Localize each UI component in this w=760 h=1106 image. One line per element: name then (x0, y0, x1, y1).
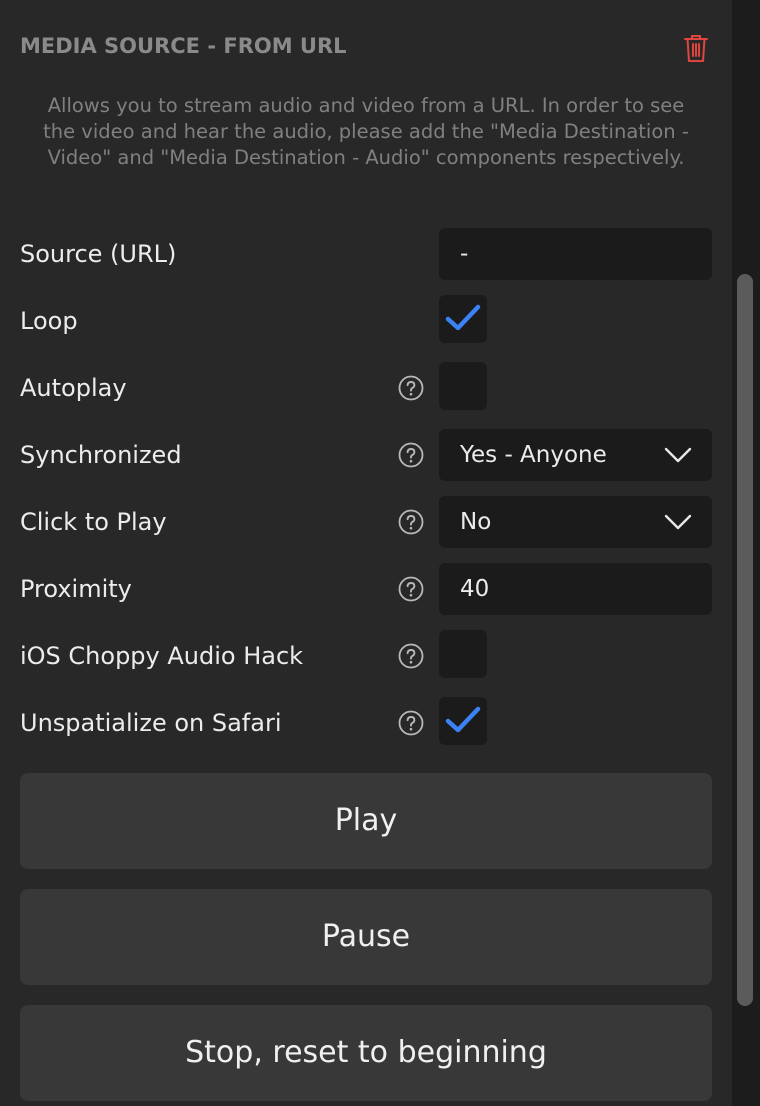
unspatialize-on-safari-label: Unspatialize on Safari (20, 709, 282, 737)
unspatialize-on-safari-checkbox[interactable] (439, 697, 487, 745)
help-icon[interactable] (398, 509, 424, 535)
click-to-play-select[interactable]: No (439, 496, 712, 548)
scrollbar-thumb[interactable] (737, 274, 753, 1006)
synchronized-value: Yes - Anyone (460, 442, 607, 468)
synchronized-label: Synchronized (20, 441, 182, 469)
component-panel: MEDIA SOURCE - FROM URL Allows you to st… (0, 0, 732, 1106)
autoplay-label: Autoplay (20, 374, 127, 402)
chevron-down-icon (664, 447, 692, 463)
loop-label: Loop (20, 307, 78, 335)
help-icon[interactable] (398, 710, 424, 736)
checkmark-icon (445, 706, 481, 733)
help-icon[interactable] (398, 375, 424, 401)
source-url-label: Source (URL) (20, 240, 177, 268)
stop-reset-button[interactable]: Stop, reset to beginning (20, 1005, 712, 1101)
synchronized-select[interactable]: Yes - Anyone (439, 429, 712, 481)
proximity-input[interactable]: 40 (439, 563, 712, 615)
trash-icon[interactable] (683, 33, 709, 63)
loop-checkbox[interactable] (439, 295, 487, 343)
component-description: Allows you to stream audio and video fro… (43, 94, 689, 169)
panel-title: MEDIA SOURCE - FROM URL (20, 34, 347, 58)
ios-choppy-audio-hack-label: iOS Choppy Audio Hack (20, 642, 304, 670)
chevron-down-icon (664, 514, 692, 530)
help-icon[interactable] (398, 643, 424, 669)
help-icon[interactable] (398, 442, 424, 468)
source-url-value: - (460, 241, 469, 267)
help-icon[interactable] (398, 576, 424, 602)
autoplay-checkbox[interactable] (439, 362, 487, 410)
pause-button[interactable]: Pause (20, 889, 712, 985)
play-button[interactable]: Play (20, 773, 712, 869)
ios-choppy-audio-hack-checkbox[interactable] (439, 630, 487, 678)
source-url-input[interactable]: - (439, 228, 712, 280)
proximity-value: 40 (460, 576, 490, 602)
click-to-play-label: Click to Play (20, 508, 167, 536)
click-to-play-value: No (460, 509, 492, 535)
proximity-label: Proximity (20, 575, 132, 603)
checkmark-icon (445, 304, 481, 331)
